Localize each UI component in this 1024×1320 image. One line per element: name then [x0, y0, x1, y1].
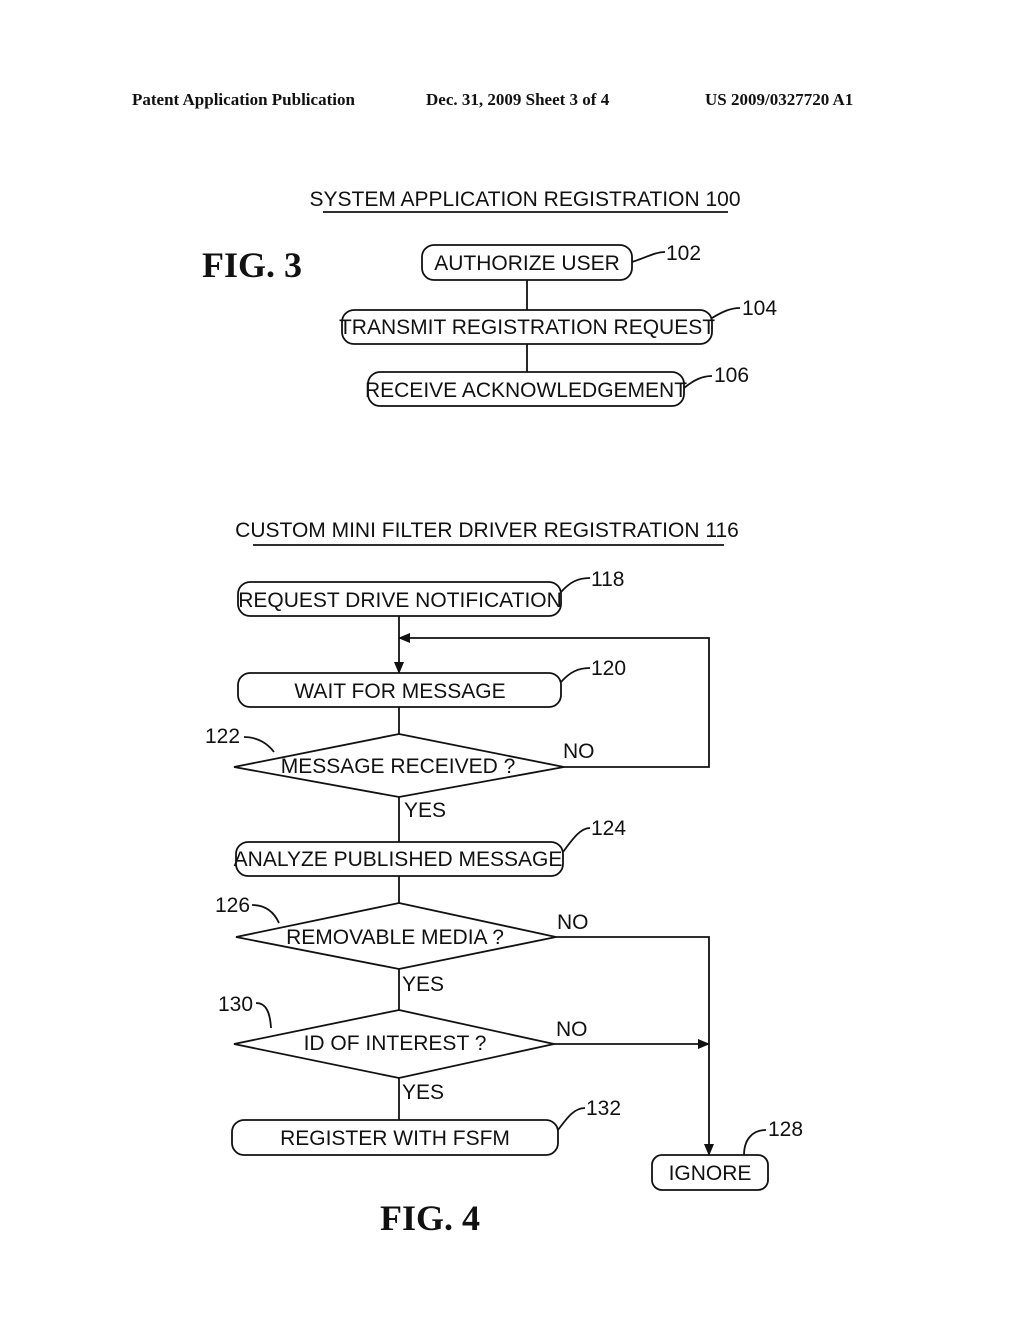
fig3-title: SYSTEM APPLICATION REGISTRATION 100 — [310, 188, 741, 211]
fig4-node-request-text: REQUEST DRIVE NOTIFICATION — [238, 589, 562, 612]
fig3-ref-104: 104 — [742, 297, 777, 320]
fig3-leader-102 — [631, 251, 666, 263]
fig4-ref-128: 128 — [768, 1118, 803, 1141]
fig4-edge-label-interest-no: NO — [556, 1018, 588, 1041]
fig4-ref-126: 126 — [215, 894, 250, 917]
fig4-edge-label-received-yes: YES — [404, 799, 446, 822]
fig4-leader-130 — [255, 1002, 272, 1029]
fig4-edge-label-interest-yes: YES — [402, 1081, 444, 1104]
fig4-node-register-text: REGISTER WITH FSFM — [280, 1127, 510, 1150]
fig3-step-transmit-text: TRANSMIT REGISTRATION REQUEST — [339, 316, 715, 339]
fig4-leader-122 — [243, 736, 275, 753]
fig4-ref-124: 124 — [591, 817, 626, 840]
fig4-leader-118 — [560, 577, 591, 593]
fig4-leader-126 — [251, 904, 280, 924]
fig4-ref-118: 118 — [591, 568, 624, 591]
fig4-node-received-text: MESSAGE RECEIVED ? — [281, 755, 516, 778]
fig4-ref-132: 132 — [586, 1097, 621, 1120]
fig4-leader-128 — [743, 1129, 767, 1156]
fig4-leader-132 — [557, 1107, 586, 1131]
fig3-ref-106: 106 — [714, 364, 749, 387]
fig3-ref-102: 102 — [666, 242, 701, 265]
fig4-leader-120 — [560, 667, 591, 683]
fig4-edge-label-removable-no: NO — [557, 911, 589, 934]
fig4-ref-120: 120 — [591, 657, 626, 680]
fig4-node-analyze-text: ANALYZE PUBLISHED MESSAGE — [234, 848, 563, 871]
fig4-edge-label-received-no: NO — [563, 740, 595, 763]
fig4-node-removable-text: REMOVABLE MEDIA ? — [286, 926, 504, 949]
fig3-step-receive-text: RECEIVE ACKNOWLEDGEMENT — [365, 379, 687, 402]
fig3-step-authorize-text: AUTHORIZE USER — [434, 252, 620, 275]
fig4-ref-122: 122 — [205, 725, 240, 748]
fig3-leader-106 — [683, 375, 713, 389]
fig4-node-interest-text: ID OF INTEREST ? — [304, 1032, 487, 1055]
fig4-edge-label-removable-yes: YES — [402, 973, 444, 996]
fig4-leader-124 — [562, 827, 591, 853]
fig4-edge-removable-no — [556, 936, 714, 1156]
fig4-title: CUSTOM MINI FILTER DRIVER REGISTRATION 1… — [235, 519, 739, 542]
fig4-node-wait-text: WAIT FOR MESSAGE — [294, 680, 505, 703]
fig3-leader-104 — [711, 307, 741, 319]
fig4-node-ignore-text: IGNORE — [669, 1162, 752, 1185]
fig4-ref-130: 130 — [218, 993, 253, 1016]
flowchart-canvas: SYSTEM APPLICATION REGISTRATION 100 AUTH… — [205, 188, 803, 1191]
